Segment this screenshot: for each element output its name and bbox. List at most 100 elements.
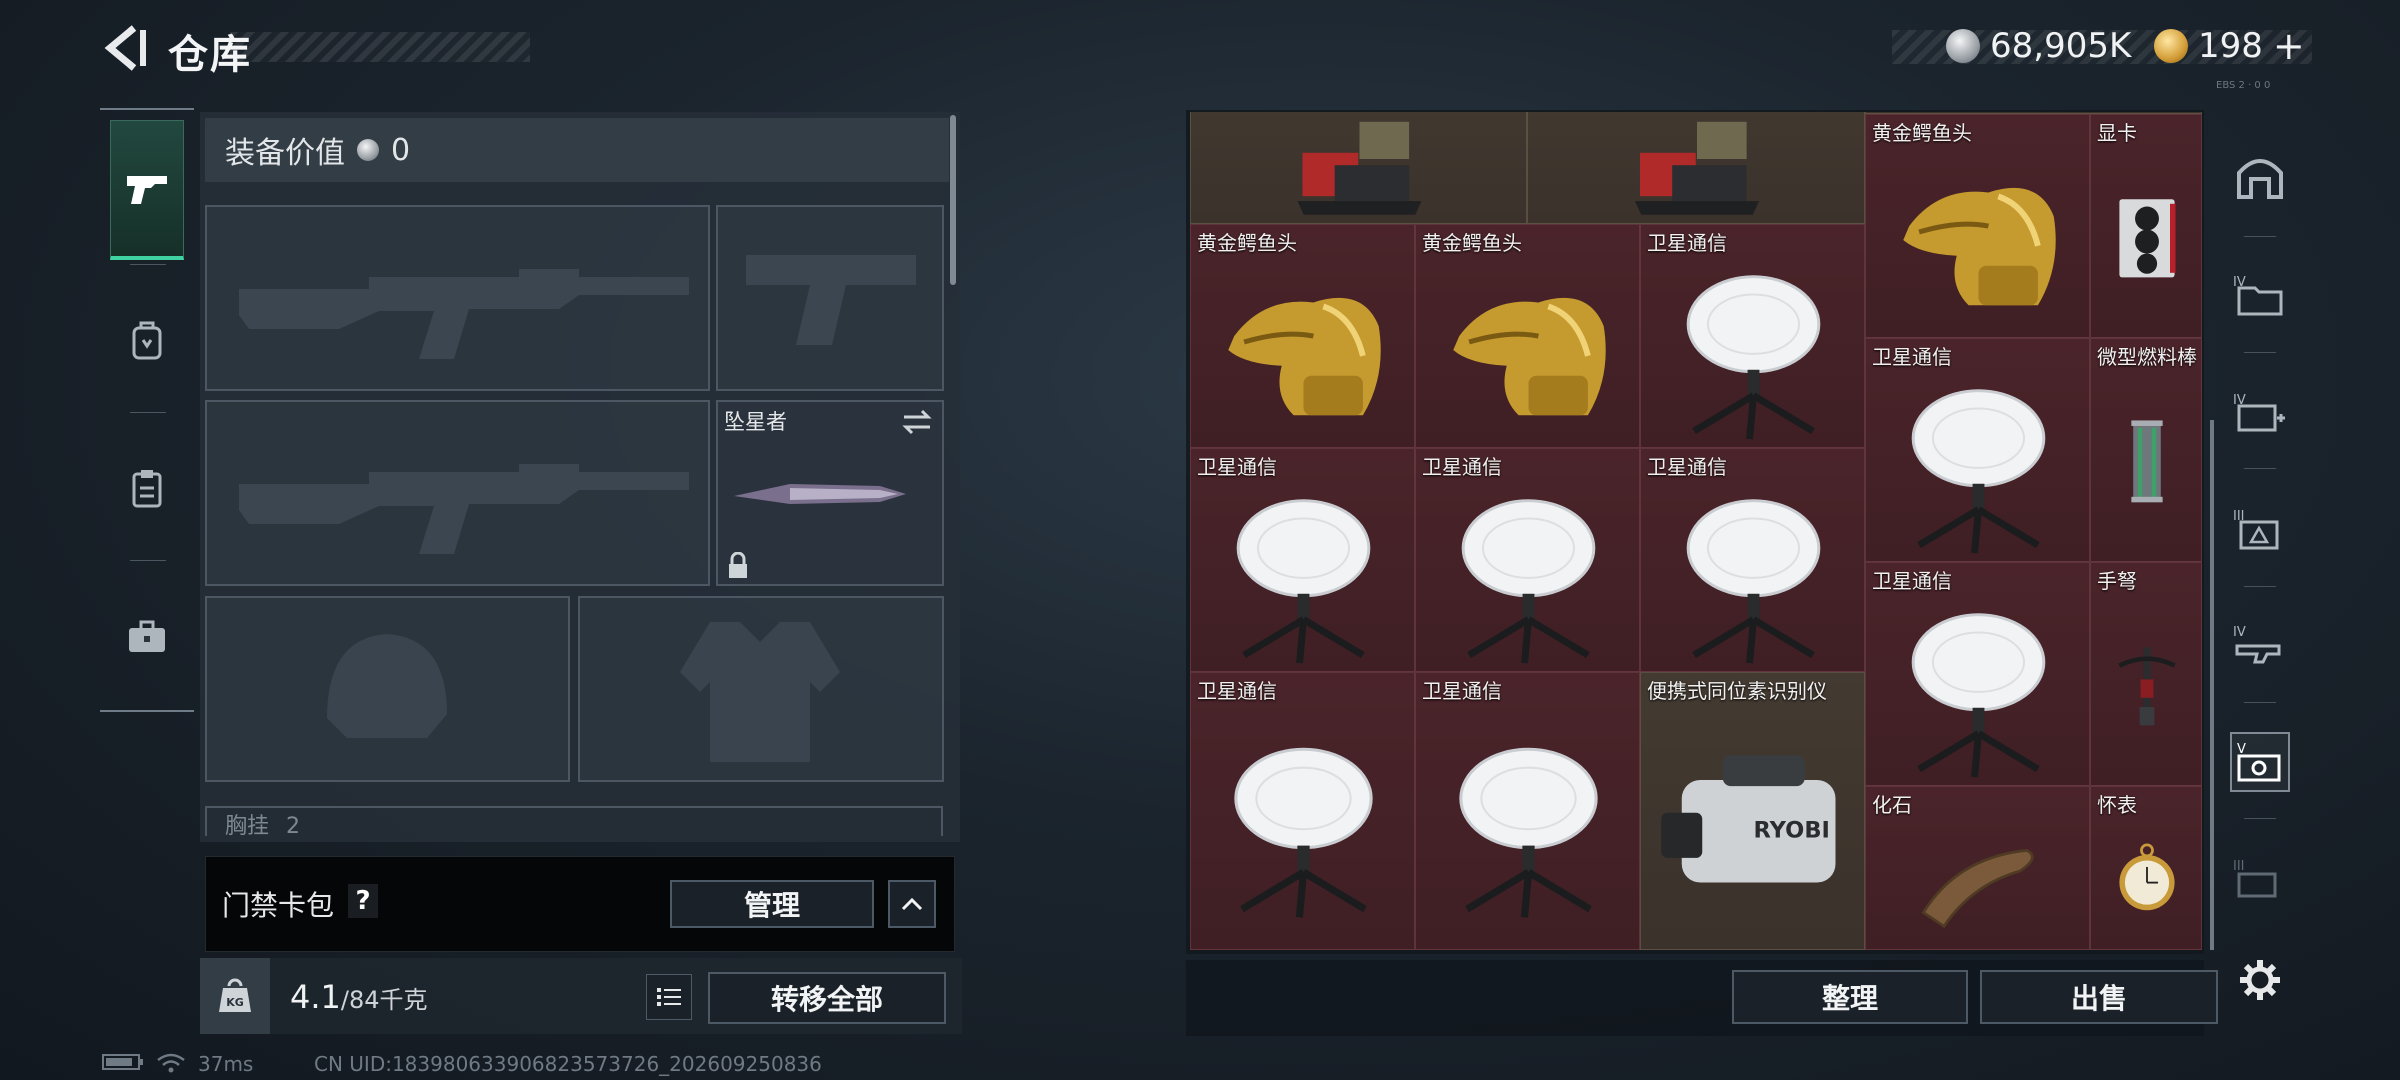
storage-tab-collectibles[interactable]: V (2230, 732, 2290, 792)
collectible-case-icon: V (2237, 742, 2281, 782)
silver-coin-icon (357, 139, 379, 161)
silver-coin-icon (1946, 29, 1980, 63)
equip-value: 0 (391, 132, 411, 168)
crate-icon (1635, 121, 1759, 215)
loadout-scrollbar[interactable] (950, 115, 956, 285)
pistol-icon (127, 175, 167, 204)
inventory-item-crate[interactable] (1527, 112, 1865, 224)
item-name: 卫星通信 (1647, 455, 1727, 479)
storage-tab-folder[interactable]: IV (2230, 264, 2290, 324)
storage-tab-medical[interactable]: IV (2230, 382, 2290, 442)
tab-supplies[interactable] (110, 418, 184, 558)
inventory-item-fossil[interactable]: 化石 (1865, 786, 2090, 950)
gold-coin-icon (2154, 29, 2188, 63)
storage-tab-main[interactable] (2230, 146, 2290, 206)
inventory-item-pocket-watch[interactable]: 怀表 (2090, 786, 2202, 950)
sidearm-slot[interactable] (716, 205, 944, 391)
gold-currency[interactable]: 198 + (2154, 24, 2305, 68)
side-divider (2244, 586, 2276, 587)
inventory-item-dish[interactable]: 卫星通信 (1865, 562, 2090, 786)
battery-icon (102, 1052, 144, 1077)
item-name: 怀表 (2097, 793, 2137, 817)
helmet-silhouette-icon (327, 634, 447, 738)
item-name: 卫星通信 (1197, 679, 1277, 703)
side-divider (2244, 352, 2276, 353)
inventory-item-gold-croc[interactable]: 黄金鳄鱼头 (1865, 114, 2090, 338)
pocket-watch-icon (2119, 843, 2175, 911)
item-name: 显卡 (2097, 121, 2137, 145)
clipboard-icon (132, 470, 162, 508)
item-name: 微型燃料棒 (2097, 345, 2197, 369)
inventory-item-dish[interactable]: 卫星通信 (1415, 448, 1640, 672)
inventory-item-dish[interactable]: 卫星通信 (1190, 672, 1415, 950)
tab-armor[interactable] (110, 270, 184, 410)
storage-tab-ammo[interactable]: III (2230, 498, 2290, 558)
armor-slot[interactable] (578, 596, 944, 782)
storage-tab-misc[interactable]: III (2230, 848, 2290, 908)
secondary-weapon-slot[interactable] (205, 400, 710, 586)
kg-label: KG (226, 996, 244, 1009)
item-name: 卫星通信 (1422, 455, 1502, 479)
chest-rig-slot[interactable]: 胸挂 2 (205, 806, 943, 836)
folder-icon: IV (2233, 275, 2283, 316)
back-button[interactable] (100, 22, 148, 74)
crossbow-icon (2118, 647, 2176, 726)
help-icon[interactable]: ? (348, 884, 378, 918)
melee-name: 坠星者 (724, 410, 787, 434)
manage-button[interactable]: 管理 (670, 880, 874, 928)
storage-tabs: IV IV III IV V III (2222, 112, 2298, 1034)
transfer-all-button[interactable]: 转移全部 (708, 972, 946, 1024)
silver-amount: 68,905K (1990, 26, 2132, 66)
sort-button[interactable]: 整理 (1732, 970, 1968, 1024)
tab-divider (130, 264, 166, 265)
side-divider (2244, 818, 2276, 819)
sell-button[interactable]: 出售 (1980, 970, 2218, 1024)
inventory-item-fuel-rod[interactable]: 微型燃料棒 (2090, 338, 2202, 562)
weight-box: KG (200, 958, 270, 1034)
weight-readout: 4.1/84千克 (290, 978, 428, 1016)
list-icon (657, 988, 681, 1006)
dish-icon (1686, 499, 1821, 664)
knife-icon (734, 484, 906, 504)
fuel-rod-icon (2131, 420, 2163, 503)
inventory-scrollbar[interactable] (2210, 420, 2214, 950)
inventory-item-dish[interactable]: 卫星通信 (1190, 448, 1415, 672)
list-view-button[interactable] (646, 974, 692, 1020)
add-gold-icon[interactable]: + (2273, 24, 2305, 68)
chest-rig-label: 胸挂 (225, 814, 270, 836)
melee-slot[interactable]: 坠星者 (716, 400, 944, 586)
inventory-item-dish[interactable]: 卫星通信 (1865, 338, 2090, 562)
inventory-item-dish[interactable]: 卫星通信 (1640, 224, 1865, 448)
item-name: 卫星通信 (1872, 345, 1952, 369)
item-name: 卫星通信 (1872, 569, 1952, 593)
rifle-silhouette-icon (239, 464, 689, 554)
inventory-item-gold-croc[interactable]: 黄金鳄鱼头 (1415, 224, 1640, 448)
side-divider (2244, 702, 2276, 703)
fossil-icon (1921, 848, 2034, 929)
inventory-item-dish[interactable]: 卫星通信 (1415, 672, 1640, 950)
crate-icon (1297, 121, 1422, 215)
inventory-item-dish[interactable]: 卫星通信 (1640, 448, 1865, 672)
settings-button[interactable] (2230, 950, 2290, 1010)
detector-icon: RYOBI (1661, 755, 1836, 883)
equip-value-header: 装备价值 0 (205, 118, 949, 182)
inventory-item-detector[interactable]: RYOBI 便携式同位素识别仪 (1640, 672, 1865, 950)
expand-button[interactable] (888, 880, 936, 928)
gold-croc-icon (1228, 297, 1381, 416)
rifle-silhouette-icon (239, 269, 689, 359)
primary-weapon-slot[interactable] (205, 205, 710, 391)
inventory-item-crate[interactable] (1190, 112, 1527, 224)
tier-label: III (2233, 859, 2245, 874)
inventory-item-gpu[interactable]: 显卡 (2090, 114, 2202, 338)
swap-icon[interactable] (900, 408, 934, 436)
inventory-item-gold-croc[interactable]: 黄金鳄鱼头 (1190, 224, 1415, 448)
medkit-icon: IV (2233, 393, 2285, 432)
inventory-item-crossbow[interactable]: 手弩 (2090, 562, 2202, 786)
misc-case-icon: III (2233, 859, 2277, 898)
item-name: 卫星通信 (1197, 455, 1277, 479)
item-name: 化石 (1872, 793, 1912, 817)
storage-tab-weapons[interactable]: IV (2230, 614, 2290, 674)
tab-weapons[interactable] (110, 120, 184, 260)
tab-cases[interactable] (110, 566, 184, 706)
helmet-slot[interactable] (205, 596, 570, 782)
